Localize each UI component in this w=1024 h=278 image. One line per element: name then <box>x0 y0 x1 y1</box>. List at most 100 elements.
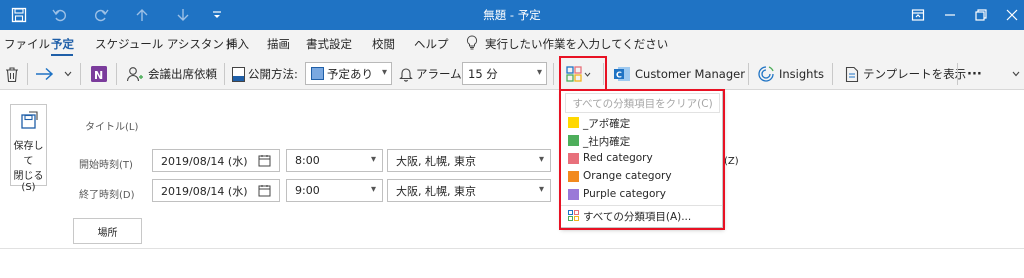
show-as-select[interactable]: 予定あり ▾ <box>305 62 392 85</box>
save-close-line3: (S) <box>21 182 36 193</box>
title-bar: 無題 - 予定 <box>0 0 1024 30</box>
start-timezone-select[interactable]: 大阪, 札幌, 東京 ▾ <box>387 149 551 172</box>
categorize-menu: すべての分類項目をクリア(C) _アポ確定 _社内確定 Red category… <box>560 90 723 228</box>
end-time-select[interactable]: 9:00 ▾ <box>286 179 383 202</box>
all-categories-item[interactable]: すべての分類項目(A)... <box>561 207 722 225</box>
customer-manager-button[interactable]: C Customer Manager <box>613 64 745 84</box>
show-as-value: 予定あり <box>327 66 373 81</box>
category-label: Orange category <box>583 170 672 182</box>
menu-bar: ファイル 予定 スケジュール アシスタント 挿入 描画 書式設定 校閲 ヘルプ … <box>0 30 1024 57</box>
all-categories-label: すべての分類項目(A)... <box>583 211 692 223</box>
reminder-text: アラーム: <box>416 67 466 81</box>
tell-me-search[interactable]: 実行したい作業を入力してください <box>485 36 668 52</box>
chevron-down-icon: ▾ <box>538 154 544 165</box>
category-swatch <box>568 171 579 182</box>
forward-arrow-icon[interactable] <box>35 64 55 84</box>
chevron-down-icon <box>584 72 591 77</box>
categorize-icon <box>568 210 579 221</box>
category-label: _社内確定 <box>583 136 631 148</box>
close-icon[interactable] <box>1002 5 1022 25</box>
start-time-label: 開始時刻(T) <box>79 160 133 171</box>
template-icon <box>845 66 859 83</box>
category-label: _アポ確定 <box>583 118 631 130</box>
ribbon-separator <box>748 63 749 85</box>
end-timezone-select[interactable]: 大阪, 札幌, 東京 ▾ <box>387 179 551 202</box>
ribbon-separator <box>224 63 225 85</box>
chevron-down-icon: ▾ <box>381 67 387 78</box>
menu-review[interactable]: 校閲 <box>372 36 395 52</box>
category-label: Purple category <box>583 188 666 200</box>
attendee-add-icon <box>126 65 144 83</box>
ribbon-separator <box>603 63 604 85</box>
delete-icon[interactable] <box>4 64 20 84</box>
end-time-label: 終了時刻(D) <box>79 190 135 201</box>
category-item-internal[interactable]: _社内確定 <box>561 132 722 150</box>
forward-dropdown-icon[interactable] <box>64 64 72 84</box>
show-as-label: 公開方法: <box>232 64 298 84</box>
reminder-select[interactable]: 15 分 ▾ <box>462 62 547 85</box>
menu-divider <box>561 205 722 206</box>
ribbon-separator <box>957 63 958 85</box>
menu-help[interactable]: ヘルプ <box>414 36 449 52</box>
end-date-value: 2019/08/14 (水) <box>161 184 248 198</box>
attendance-request-label: 会議出席依頼 <box>148 67 217 81</box>
ribbon-separator <box>116 63 117 85</box>
timezone-button-suffix[interactable]: (Z) <box>724 156 739 167</box>
svg-text:C: C <box>616 71 622 80</box>
svg-text:N: N <box>94 69 103 82</box>
show-as-color-icon <box>232 66 245 82</box>
busy-swatch <box>311 67 324 80</box>
category-swatch <box>568 117 579 128</box>
attendance-request-button[interactable]: 会議出席依頼 <box>126 64 217 84</box>
menu-scheduling-assistant[interactable]: スケジュール アシスタント <box>95 36 235 52</box>
menu-file[interactable]: ファイル <box>4 36 50 52</box>
ribbon: N 会議出席依頼 公開方法: 予定あり ▾ アラーム: 15 分 ▾ C Cus… <box>0 57 1024 90</box>
reminder-label: アラーム: <box>399 64 466 84</box>
end-time-value: 9:00 <box>295 184 320 197</box>
ribbon-separator <box>553 63 554 85</box>
chevron-down-icon: ▾ <box>370 154 376 165</box>
category-item-red[interactable]: Red category <box>561 150 722 168</box>
menu-format-text[interactable]: 書式設定 <box>306 36 352 52</box>
location-button[interactable]: 場所 <box>73 218 142 244</box>
start-date-value: 2019/08/14 (水) <box>161 154 248 168</box>
restore-icon[interactable] <box>971 5 991 25</box>
categorize-button[interactable] <box>566 64 591 84</box>
onenote-icon[interactable]: N <box>90 64 108 84</box>
category-item-purple[interactable]: Purple category <box>561 186 722 204</box>
category-item-apo[interactable]: _アポ確定 <box>561 114 722 132</box>
start-time-select[interactable]: 8:00 ▾ <box>286 149 383 172</box>
category-swatch <box>568 189 579 200</box>
ribbon-collapse-icon[interactable] <box>1012 64 1020 84</box>
category-swatch <box>568 153 579 164</box>
chevron-down-icon: ▾ <box>370 184 376 195</box>
lightbulb-icon <box>466 35 478 53</box>
end-date-field[interactable]: 2019/08/14 (水) <box>152 179 280 202</box>
show-template-label: テンプレートを表示 <box>863 67 967 81</box>
minimize-icon[interactable] <box>940 5 960 25</box>
save-close-line1: 保存して <box>13 141 44 167</box>
insights-button[interactable]: Insights <box>757 64 824 84</box>
more-options-icon[interactable]: ··· <box>967 64 982 84</box>
start-timezone-value: 大阪, 札幌, 東京 <box>396 154 476 168</box>
menu-appointment[interactable]: 予定 <box>51 36 74 52</box>
customer-manager-icon: C <box>613 65 631 83</box>
show-as-text: 公開方法: <box>248 67 298 81</box>
clear-all-categories-item[interactable]: すべての分類項目をクリア(C) <box>565 93 720 113</box>
calendar-icon[interactable] <box>258 184 271 197</box>
start-date-field[interactable]: 2019/08/14 (水) <box>152 149 280 172</box>
menu-insert[interactable]: 挿入 <box>226 36 249 52</box>
ribbon-display-icon[interactable] <box>908 5 928 25</box>
save-close-line2: 閉じる <box>13 171 44 182</box>
reminder-value: 15 分 <box>468 66 498 81</box>
title-label: タイトル(L) <box>85 122 139 133</box>
calendar-icon[interactable] <box>258 154 271 167</box>
show-template-button[interactable]: テンプレートを表示 <box>845 64 966 84</box>
menu-draw[interactable]: 描画 <box>267 36 290 52</box>
save-close-button[interactable]: 保存して 閉じる (S) <box>10 104 47 193</box>
customer-manager-label: Customer Manager <box>635 67 745 81</box>
category-item-orange[interactable]: Orange category <box>561 168 722 186</box>
chevron-down-icon: ▾ <box>538 184 544 195</box>
ribbon-separator <box>80 63 81 85</box>
divider <box>0 248 1024 249</box>
